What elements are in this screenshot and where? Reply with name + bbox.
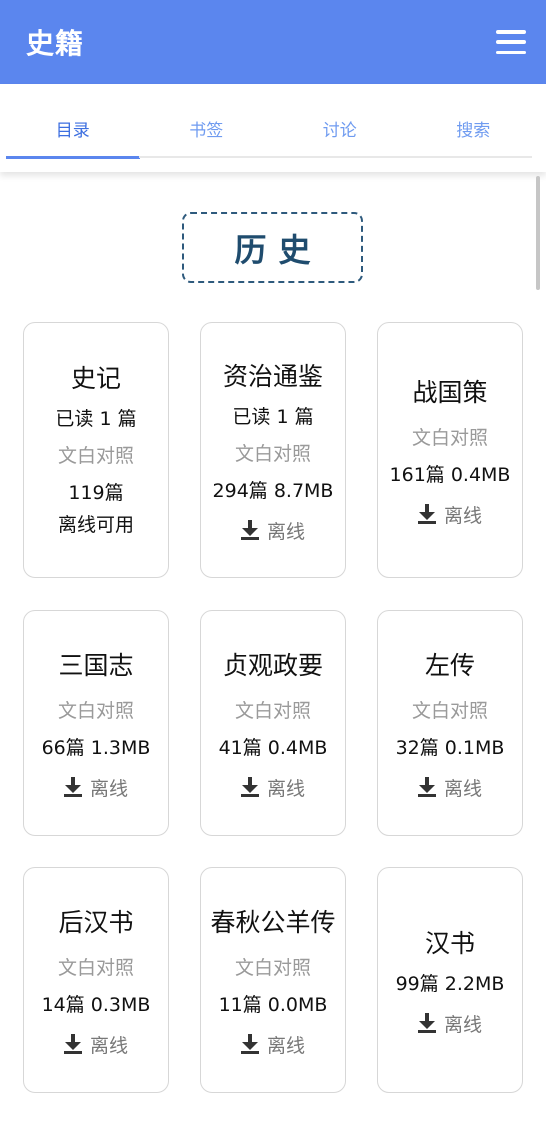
offline-download-button[interactable]: 离线	[417, 1010, 482, 1037]
bilingual-tag: 文白对照	[57, 445, 134, 467]
offline-download-button[interactable]: 离线	[63, 1031, 128, 1058]
book-title: 战国策	[412, 377, 488, 407]
book-size: 66篇 1.3MB	[41, 736, 151, 759]
book-title: 汉书	[424, 928, 475, 958]
download-icon	[63, 777, 82, 797]
book-size: 11篇 0.0MB	[218, 993, 328, 1016]
tab-search[interactable]: 搜索	[407, 84, 541, 172]
download-icon	[417, 1013, 436, 1033]
offline-download-button[interactable]: 离线	[63, 774, 128, 801]
book-size: 32篇 0.1MB	[395, 736, 505, 759]
offline-label: 离线	[266, 777, 305, 800]
book-size: 14篇 0.3MB	[41, 993, 151, 1016]
book-card[interactable]: 汉书 99篇 2.2MB 离线	[377, 867, 523, 1093]
read-count: 已读 1 篇	[55, 408, 137, 430]
app-bar: 史籍	[0, 0, 546, 84]
tab-discussion[interactable]: 讨论	[273, 84, 407, 172]
download-icon	[240, 1034, 259, 1054]
download-icon	[63, 1034, 82, 1054]
book-title: 史记	[70, 364, 121, 393]
book-card[interactable]: 贞观政要 文白对照 41篇 0.4MB 离线	[200, 610, 346, 836]
download-icon	[417, 777, 436, 797]
book-title: 三国志	[58, 650, 134, 680]
offline-label: 离线	[266, 1034, 305, 1057]
book-title: 左传	[424, 650, 475, 680]
bilingual-tag: 文白对照	[234, 442, 311, 465]
app-title: 史籍	[26, 27, 85, 60]
book-title: 资治通鉴	[222, 361, 323, 391]
book-title: 贞观政要	[222, 650, 323, 680]
book-size: 294篇 8.7MB	[212, 479, 334, 502]
offline-download-button[interactable]: 离线	[240, 517, 305, 544]
book-card[interactable]: 后汉书 文白对照 14篇 0.3MB 离线	[23, 867, 169, 1093]
offline-status: 离线可用	[57, 514, 134, 536]
offline-label: 离线	[443, 777, 482, 800]
section-title: 历史	[234, 230, 323, 269]
tab-bookmarks[interactable]: 书签	[140, 84, 274, 172]
bilingual-tag: 文白对照	[234, 699, 311, 722]
download-icon	[240, 520, 259, 540]
chapter-count: 119篇	[68, 482, 124, 504]
offline-download-button[interactable]: 离线	[240, 1031, 305, 1058]
download-icon	[240, 777, 259, 797]
bilingual-tag: 文白对照	[234, 956, 311, 979]
hamburger-menu-icon[interactable]	[496, 30, 526, 54]
scrollbar[interactable]	[536, 176, 540, 290]
bilingual-tag: 文白对照	[411, 426, 488, 449]
book-card[interactable]: 左传 文白对照 32篇 0.1MB 离线	[377, 610, 523, 836]
offline-label: 离线	[89, 777, 128, 800]
book-size: 99篇 2.2MB	[395, 972, 505, 995]
book-title: 春秋公羊传	[210, 907, 336, 937]
offline-label: 离线	[89, 1034, 128, 1057]
book-size: 161篇 0.4MB	[389, 463, 511, 486]
book-card[interactable]: 三国志 文白对照 66篇 1.3MB 离线	[23, 610, 169, 836]
download-icon	[417, 504, 436, 524]
offline-label: 离线	[443, 1013, 482, 1036]
book-card[interactable]: 春秋公羊传 文白对照 11篇 0.0MB 离线	[200, 867, 346, 1093]
offline-label: 离线	[443, 504, 482, 527]
read-count: 已读 1 篇	[232, 405, 314, 428]
book-size: 41篇 0.4MB	[218, 736, 328, 759]
tab-divider	[139, 156, 532, 158]
section-header: 历史	[182, 212, 363, 283]
offline-download-button[interactable]: 离线	[417, 774, 482, 801]
bilingual-tag: 文白对照	[57, 956, 134, 979]
offline-download-button[interactable]: 离线	[240, 774, 305, 801]
tab-bar: 目录 书签 讨论 搜索	[0, 84, 546, 172]
tab-catalog[interactable]: 目录	[6, 84, 140, 172]
offline-label: 离线	[266, 520, 305, 543]
book-card[interactable]: 资治通鉴 已读 1 篇 文白对照 294篇 8.7MB 离线	[200, 322, 346, 578]
offline-download-button[interactable]: 离线	[417, 501, 482, 528]
book-title: 后汉书	[58, 907, 134, 937]
book-card[interactable]: 史记 已读 1 篇 文白对照 119篇 离线可用	[23, 322, 169, 578]
book-card[interactable]: 战国策 文白对照 161篇 0.4MB 离线	[377, 322, 523, 578]
bilingual-tag: 文白对照	[411, 699, 488, 722]
bilingual-tag: 文白对照	[57, 699, 134, 722]
